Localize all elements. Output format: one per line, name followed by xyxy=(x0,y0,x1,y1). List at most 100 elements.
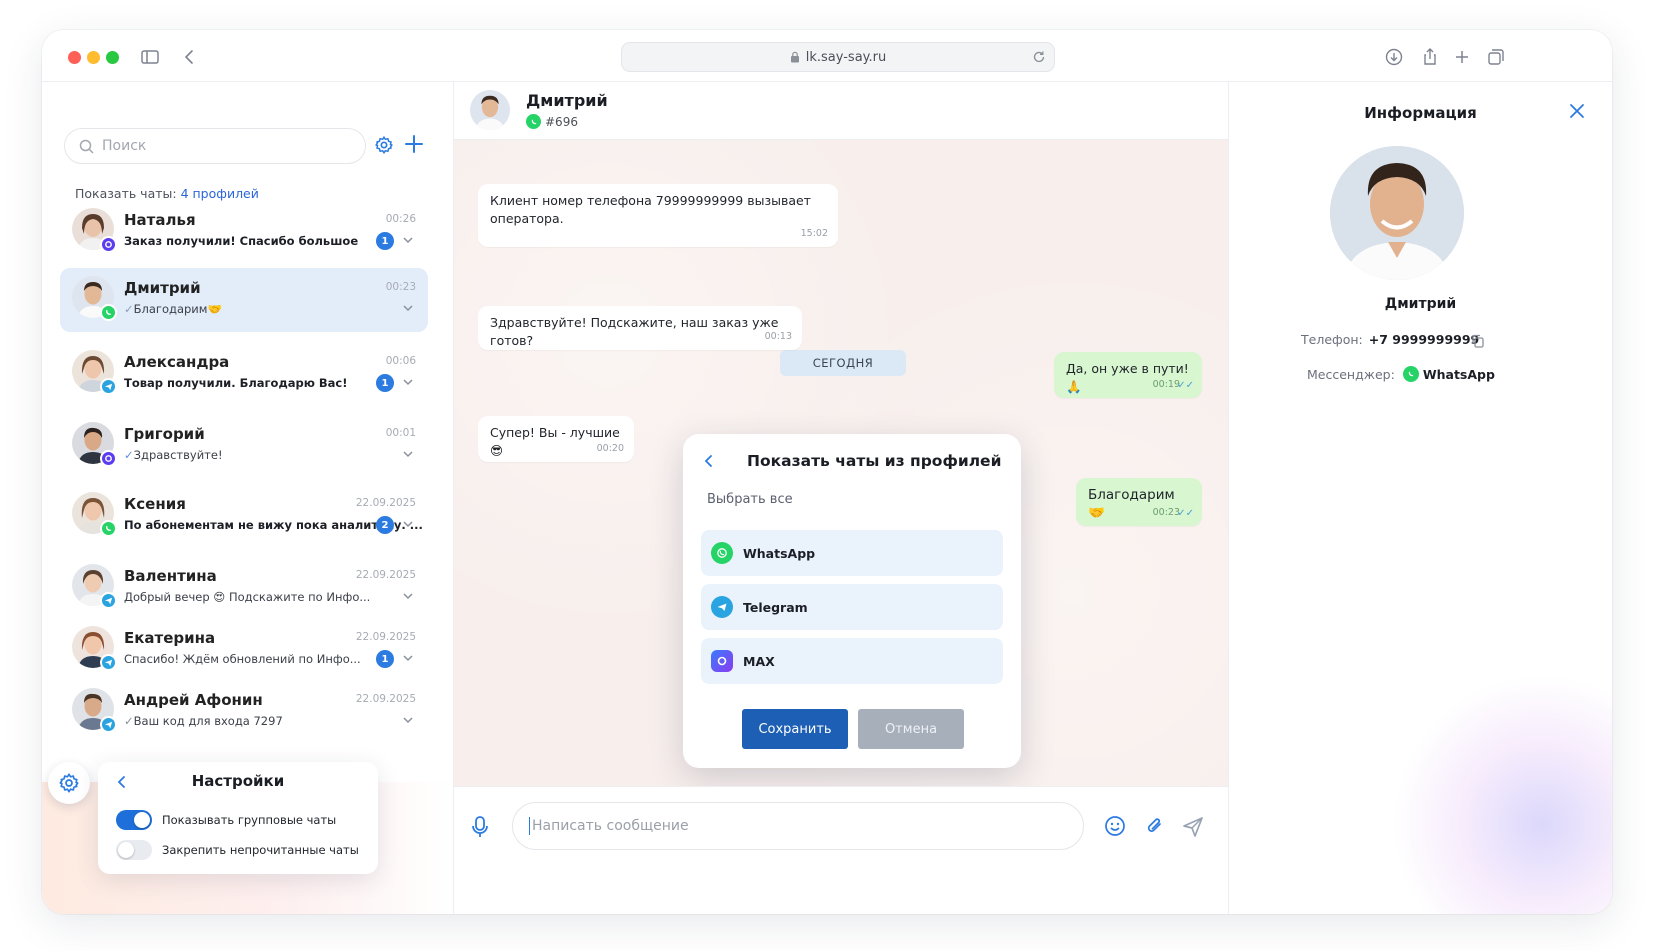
save-button[interactable]: Сохранить xyxy=(742,709,848,749)
download-icon[interactable] xyxy=(1384,47,1406,69)
message-bubble-in: Здравствуйте! Подскажите, наш заказ уже … xyxy=(478,306,802,350)
chat-preview: ✓Благодарим🤝 xyxy=(124,302,222,316)
reload-icon[interactable] xyxy=(1032,50,1046,64)
chevron-down-icon[interactable] xyxy=(402,376,414,388)
url-text: lk.say-say.ru xyxy=(805,49,887,65)
message-placeholder: Написать сообщение xyxy=(532,818,689,834)
chat-name: Ксения xyxy=(124,495,186,513)
info-name: Дмитрий xyxy=(1384,296,1457,312)
message-bubble-out: Благодарим🤝 00:23 ✓✓ xyxy=(1076,478,1202,526)
search-input[interactable]: Поиск xyxy=(64,128,366,164)
message-composer: Написать сообщение xyxy=(454,786,1228,866)
option-max[interactable]: MAX xyxy=(701,638,1003,684)
toggle-pin-unread[interactable] xyxy=(116,840,152,860)
minimize-window-button[interactable] xyxy=(87,51,100,64)
send-icon[interactable] xyxy=(1182,816,1204,838)
avatar[interactable] xyxy=(470,90,510,130)
chat-preview: ✓Ваш код для входа 7297 xyxy=(124,714,283,728)
chat-name: Екатерина xyxy=(124,629,216,647)
message-time: 00:13 xyxy=(764,331,792,342)
message-time: 15:02 xyxy=(800,228,828,239)
chat-list-item[interactable]: Александра Товар получили. Благодарю Вас… xyxy=(60,342,428,406)
option-whatsapp[interactable]: WhatsApp xyxy=(701,530,1003,576)
tabs-overview-icon[interactable] xyxy=(1486,47,1508,69)
chat-list-item[interactable]: Екатерина Спасибо! Ждём обновлений по Ин… xyxy=(60,618,428,682)
message-input[interactable]: Написать сообщение xyxy=(512,802,1084,850)
profiles-filter: Показать чаты: 4 профилей xyxy=(75,186,259,201)
info-messenger-row: Мессенджер: WhatsApp xyxy=(1307,366,1495,382)
message-text: Здравствуйте! Подскажите, наш заказ уже … xyxy=(490,315,779,348)
chat-time: 22.09.2025 xyxy=(355,631,416,643)
whatsapp-icon xyxy=(100,304,117,321)
chevron-down-icon[interactable] xyxy=(402,448,414,460)
telegram-icon xyxy=(100,654,117,671)
maximize-window-button[interactable] xyxy=(106,51,119,64)
info-title: Информация xyxy=(1364,104,1477,122)
chat-name: Дмитрий xyxy=(124,279,201,297)
chat-list-item[interactable]: Григорий ✓Здравствуйте! 00:01 xyxy=(60,414,428,478)
double-check-icon: ✓✓ xyxy=(1177,380,1194,391)
option-telegram[interactable]: Telegram xyxy=(701,584,1003,630)
option-label: Telegram xyxy=(743,599,808,615)
chat-name: Наталья xyxy=(124,211,196,229)
new-tab-icon[interactable] xyxy=(1452,47,1474,69)
browser-toolbar: lk.say-say.ru xyxy=(42,30,1612,82)
whatsapp-icon xyxy=(100,520,117,537)
chat-preview: Спасибо! Ждём обновлений по Инфо... xyxy=(124,652,361,666)
back-icon[interactable] xyxy=(180,47,202,69)
double-check-icon: ✓✓ xyxy=(1177,508,1194,519)
whatsapp-icon xyxy=(526,114,541,129)
sidebar-toggle-icon[interactable] xyxy=(140,47,162,69)
chat-list-item[interactable]: Ксения По абонементам не вижу пока анали… xyxy=(60,484,428,548)
back-chevron-icon[interactable] xyxy=(701,453,717,469)
chevron-down-icon[interactable] xyxy=(402,714,414,726)
chat-preview: ✓Здравствуйте! xyxy=(124,448,223,462)
contact-id: #696 xyxy=(545,114,578,129)
add-chat-icon[interactable] xyxy=(404,134,424,158)
chat-list-item-active[interactable]: Дмитрий ✓Благодарим🤝 00:23 xyxy=(60,268,428,332)
close-window-button[interactable] xyxy=(68,51,81,64)
chat-time: 22.09.2025 xyxy=(355,569,416,581)
copy-icon[interactable] xyxy=(1471,334,1485,349)
emoji-icon[interactable] xyxy=(1104,815,1126,837)
toggle-group-chats[interactable] xyxy=(116,810,152,830)
settings-button[interactable] xyxy=(48,762,90,804)
profiles-link[interactable]: 4 профилей xyxy=(181,186,259,201)
chat-name: Валентина xyxy=(124,567,217,585)
option-label: MAX xyxy=(743,653,775,669)
chat-list-item[interactable]: Валентина Добрый вечер 😍 Подскажите по И… xyxy=(60,556,428,620)
phone-value: +7 9999999999 xyxy=(1368,332,1480,347)
messenger-label: Мессенджер: xyxy=(1307,366,1395,382)
read-check-icon: ✓ xyxy=(124,302,134,316)
chevron-down-icon[interactable] xyxy=(402,590,414,602)
chevron-down-icon[interactable] xyxy=(402,518,414,530)
address-bar[interactable]: lk.say-say.ru xyxy=(621,42,1055,72)
share-icon[interactable] xyxy=(1420,47,1442,69)
read-check-icon: ✓ xyxy=(124,714,134,728)
chat-list-item[interactable]: Наталья Заказ получили! Спасибо большое … xyxy=(60,200,428,264)
chat-list-sidebar: Поиск Показать чаты: 4 профилей Наталья … xyxy=(42,82,454,914)
attachment-icon[interactable] xyxy=(1144,815,1166,837)
lock-icon xyxy=(790,51,799,63)
select-all-link[interactable]: Выбрать все xyxy=(707,492,793,507)
message-text: Клиент номер телефона 79999999999 вызыва… xyxy=(490,193,811,226)
chat-time: 00:26 xyxy=(385,213,416,225)
chat-list-item[interactable]: Андрей Афонин ✓Ваш код для входа 7297 22… xyxy=(60,680,428,744)
chat-time: 00:06 xyxy=(385,355,416,367)
unread-badge: 1 xyxy=(376,232,394,250)
browser-window: lk.say-say.ru Поиск Показать чаты: 4 про… xyxy=(42,30,1612,914)
toggle-label: Закрепить непрочитанные чаты xyxy=(162,843,359,857)
chat-header: Дмитрий #696 xyxy=(454,82,1228,140)
chevron-down-icon[interactable] xyxy=(402,652,414,664)
microphone-icon[interactable] xyxy=(470,815,490,839)
gear-icon[interactable] xyxy=(374,135,394,159)
cancel-button[interactable]: Отмена xyxy=(858,709,964,749)
settings-title: Настройки xyxy=(191,772,285,790)
close-icon[interactable] xyxy=(1568,102,1586,120)
chevron-down-icon[interactable] xyxy=(402,234,414,246)
max-icon xyxy=(100,450,117,467)
chevron-down-icon[interactable] xyxy=(402,302,414,314)
toggle-label: Показывать групповые чаты xyxy=(162,813,337,827)
max-icon xyxy=(100,236,117,253)
message-bubble-out: Да, он уже в пути!🙏 00:19 ✓✓ xyxy=(1054,352,1202,398)
